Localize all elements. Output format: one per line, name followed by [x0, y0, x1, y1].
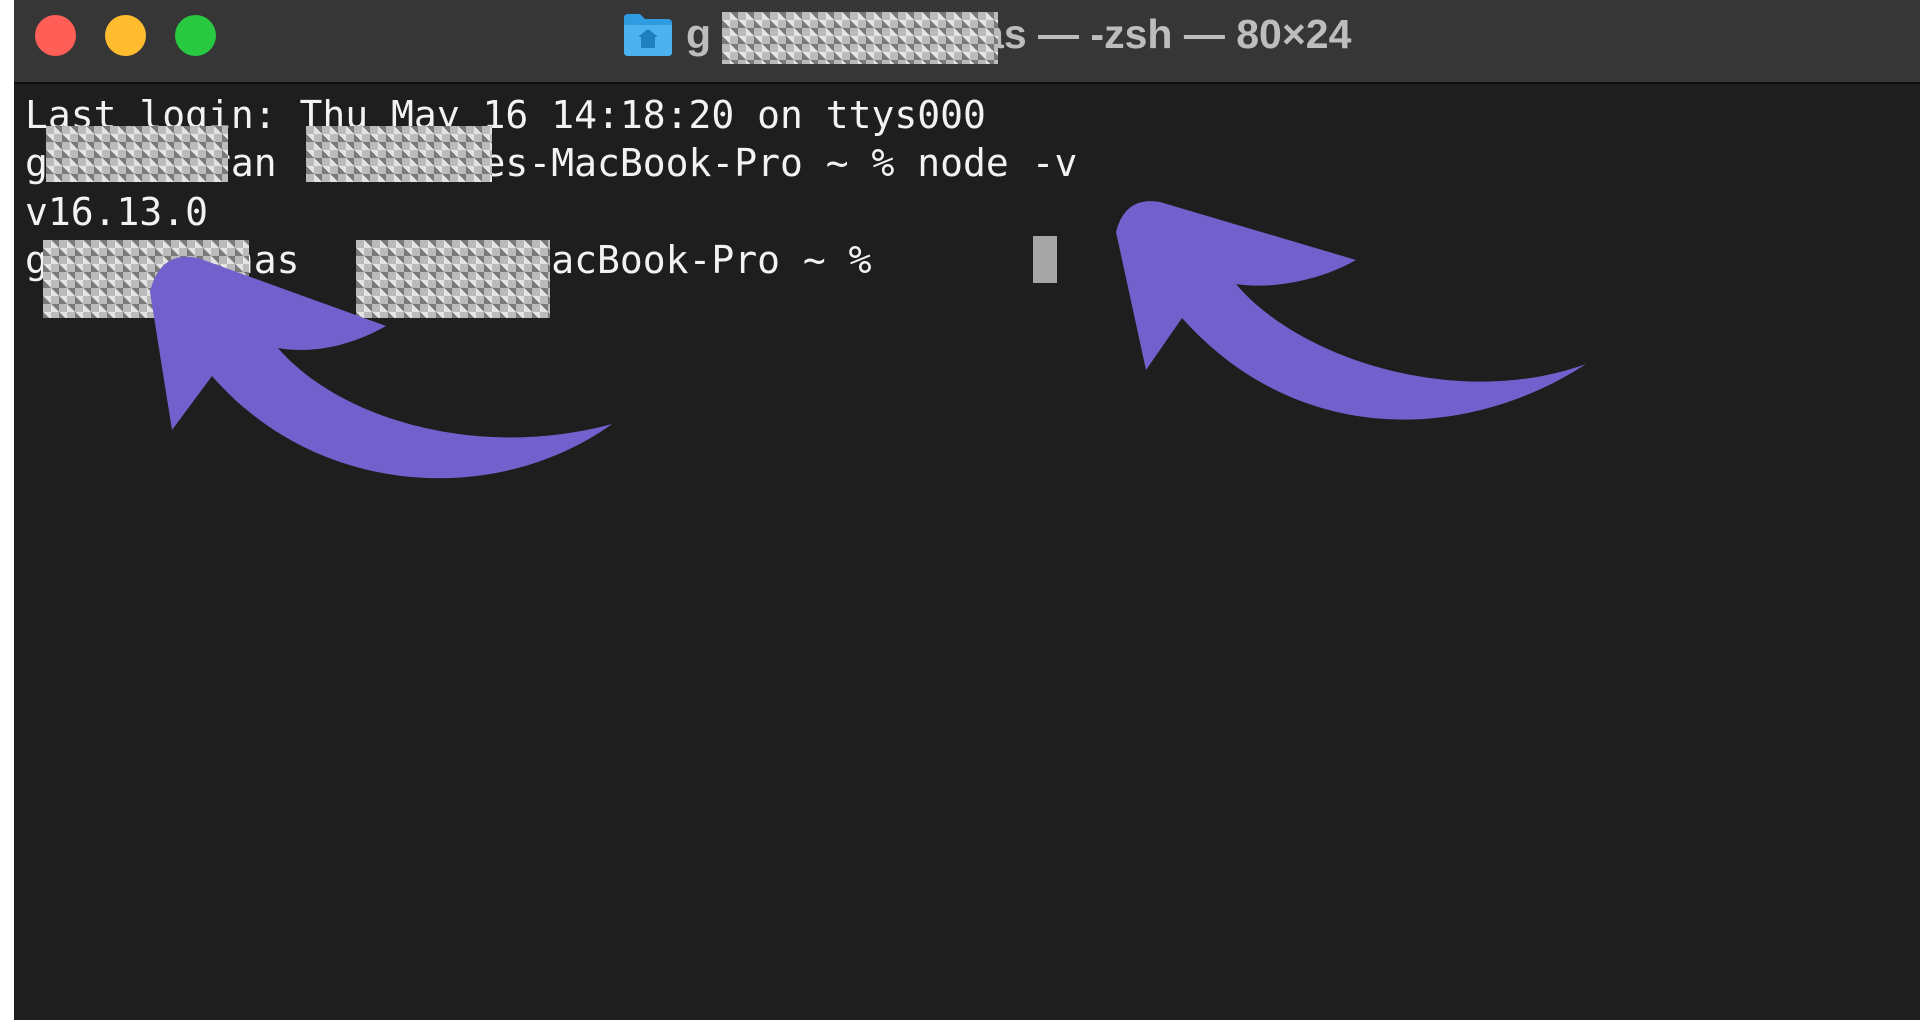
terminal-window: g as — -zsh — 80×24 Last login: Thu May 1…	[14, 0, 1920, 1020]
redacted-username-2	[306, 126, 492, 182]
terminal-line-node-version: v16.13.0	[25, 190, 209, 234]
text-cursor	[1033, 236, 1057, 283]
maximize-button[interactable]	[175, 15, 216, 56]
title-start: g	[686, 10, 712, 57]
close-button[interactable]	[35, 15, 76, 56]
folder-home-icon	[622, 10, 674, 58]
redacted-username-4	[356, 240, 550, 318]
redacted-username-1	[46, 126, 228, 182]
minimize-button[interactable]	[105, 15, 146, 56]
title-bar[interactable]: g as — -zsh — 80×24	[14, 0, 1920, 84]
redacted-title-username	[722, 12, 998, 64]
title-end: as — -zsh — 80×24	[981, 10, 1352, 57]
redacted-username-3	[43, 240, 249, 318]
terminal-output[interactable]: Last login: Thu May 16 14:18:20 on ttys0…	[14, 82, 1920, 1020]
